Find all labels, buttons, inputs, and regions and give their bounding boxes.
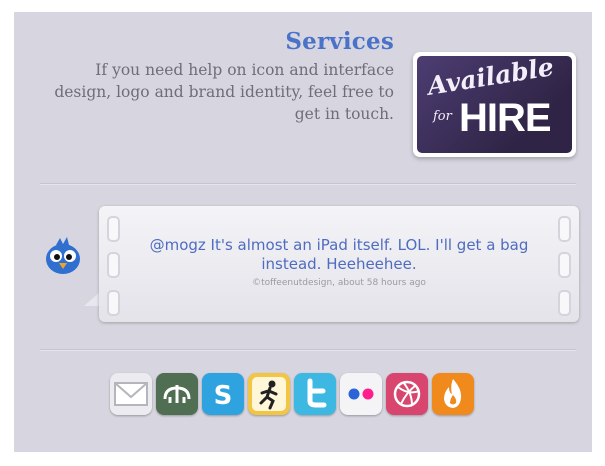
services-title: Services <box>285 28 394 55</box>
available-for-hire-badge[interactable]: Available for HIRE <box>413 52 576 157</box>
divider-top <box>40 183 576 185</box>
svg-text:S: S <box>214 381 233 411</box>
services-section: Services If you need help on icon and in… <box>34 28 394 125</box>
tweet-bubble: @mogz It's almost an iPad itself. LOL. I… <box>99 206 579 322</box>
email-icon[interactable] <box>110 373 152 415</box>
twitter-bird-icon <box>46 237 80 274</box>
hire-badge-available: Available <box>425 56 556 101</box>
hire-badge-hire: HIRE <box>459 96 552 140</box>
twitter-icon[interactable] <box>294 373 336 415</box>
binder-ring <box>107 290 120 316</box>
binder-ring <box>558 290 571 316</box>
hire-badge-inner: Available for HIRE <box>417 56 572 153</box>
binder-ring <box>107 252 120 278</box>
deviantart-icon[interactable] <box>156 373 198 415</box>
divider-bottom <box>40 349 576 351</box>
binder-ring <box>558 252 571 278</box>
dribbble-icon[interactable] <box>386 373 428 415</box>
tweet-bubble-tail <box>84 292 100 306</box>
skype-icon[interactable]: S <box>202 373 244 415</box>
tweet-text[interactable]: @mogz It's almost an iPad itself. LOL. I… <box>139 236 539 274</box>
binder-ring <box>558 216 571 242</box>
services-description: If you need help on icon and interface d… <box>54 61 394 123</box>
binder-ring <box>107 216 120 242</box>
hire-badge-for: for <box>433 109 452 124</box>
runner-icon[interactable] <box>248 373 290 415</box>
fire-icon[interactable] <box>432 373 474 415</box>
tweet-meta[interactable]: ©toffeenutdesign, about 58 hours ago <box>139 278 539 288</box>
flickr-icon[interactable] <box>340 373 382 415</box>
